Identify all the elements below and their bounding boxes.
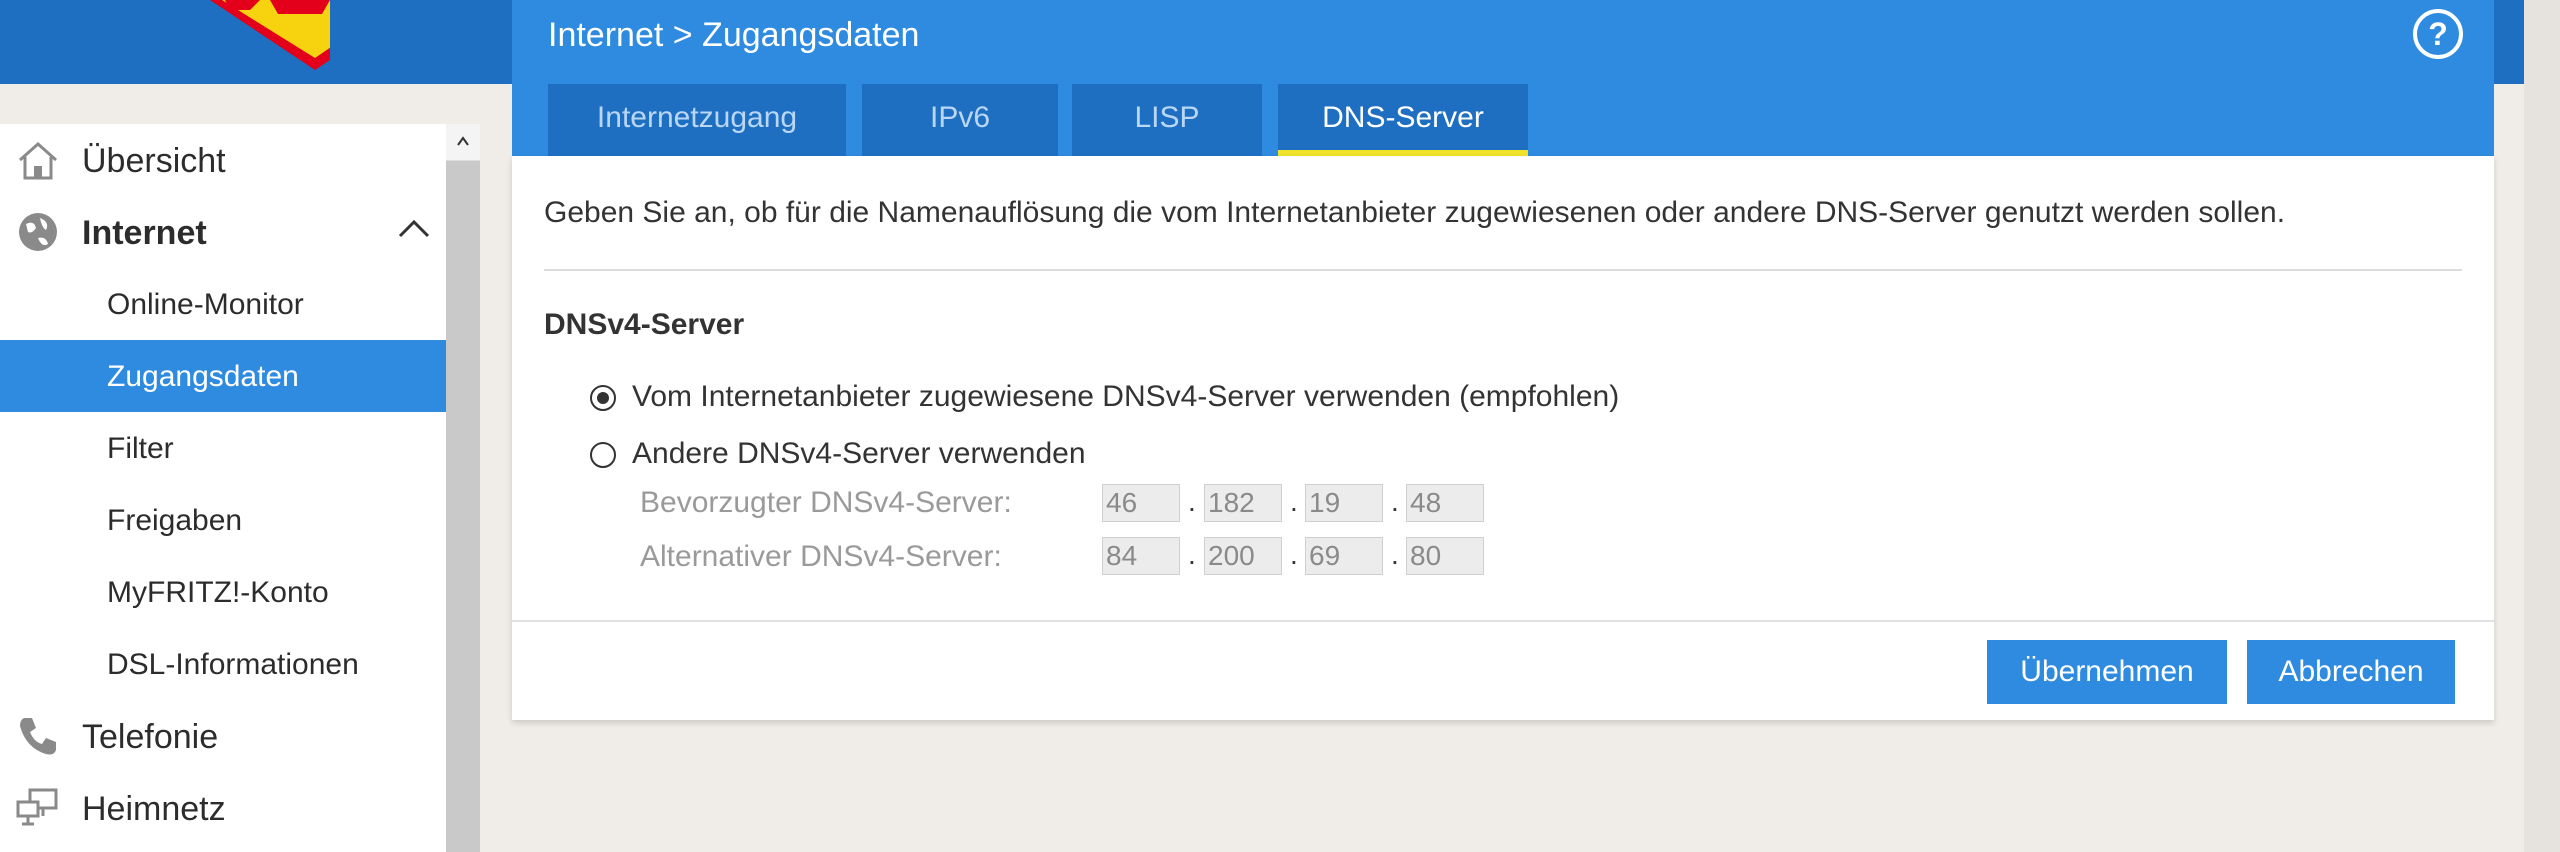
sidebar-item-label: Filter (107, 432, 174, 465)
footer-divider (512, 620, 2494, 622)
help-icon[interactable]: ? (2412, 8, 2464, 60)
caret-up-icon (457, 136, 469, 146)
page-scrollbar[interactable] (2524, 0, 2560, 852)
preferred-dns-octet-4[interactable]: 48 (1406, 484, 1484, 522)
ip-separator: . (1188, 486, 1196, 517)
sidebar-item-filter[interactable]: Filter (0, 412, 446, 484)
sidebar-item-myfritz-konto[interactable]: MyFRITZ!-Konto (0, 556, 446, 628)
preferred-dns-octet-3[interactable]: 19 (1305, 484, 1383, 522)
alternative-dns-octet-3[interactable]: 69 (1305, 537, 1383, 575)
alternative-dns-label: Alternativer DNSv4-Server: (640, 540, 1002, 573)
sidebar-item-label: Internet (82, 214, 207, 252)
ip-separator: . (1391, 539, 1399, 570)
ip-separator: . (1290, 486, 1298, 517)
sidebar-item-label: Zugangsdaten (107, 360, 299, 393)
tab-internetzugang[interactable]: Internetzugang (548, 84, 846, 156)
alternative-dns-octet-1[interactable]: 84 (1102, 537, 1180, 575)
sidebar: Übersicht Internet Online-Monitor Zugang… (0, 124, 446, 852)
globe-icon (19, 213, 57, 251)
chevron-up-icon[interactable] (398, 218, 430, 238)
radio-other-dns-label[interactable]: Andere DNSv4-Server verwenden (632, 437, 1086, 471)
sidebar-item-label: MyFRITZ!-Konto (107, 576, 329, 609)
panel-header: Internet > Zugangsdaten ? Internetzugang… (512, 0, 2494, 156)
apply-button[interactable]: Übernehmen (1987, 640, 2227, 704)
radio-other-dns[interactable] (590, 442, 616, 468)
fritz-logo[interactable] (100, 0, 330, 72)
preferred-dns-octet-1[interactable]: 46 (1102, 484, 1180, 522)
sidebar-item-zugangsdaten[interactable]: Zugangsdaten (0, 340, 446, 412)
sidebar-item-internet[interactable]: Internet (0, 196, 446, 268)
ip-separator: . (1290, 539, 1298, 570)
network-icon (16, 788, 58, 826)
sidebar-scrollbar[interactable] (446, 124, 480, 852)
svg-text:?: ? (2428, 16, 2448, 52)
dns-settings-panel: Geben Sie an, ob für die Namenauflösung … (512, 156, 2494, 720)
radio-provider-dns-label[interactable]: Vom Internetanbieter zugewiesene DNSv4-S… (632, 380, 1619, 414)
sidebar-item-dsl-informationen[interactable]: DSL-Informationen (0, 628, 446, 700)
home-icon (19, 141, 57, 180)
tab-ipv6[interactable]: IPv6 (862, 84, 1058, 156)
ip-separator: . (1391, 486, 1399, 517)
alternative-dns-octet-2[interactable]: 200 (1204, 537, 1282, 575)
sidebar-item-telefonie[interactable]: Telefonie (0, 700, 446, 772)
cancel-button[interactable]: Abbrechen (2247, 640, 2455, 704)
radio-provider-dns[interactable] (590, 385, 616, 411)
section-title: DNSv4-Server (544, 308, 745, 341)
intro-text: Geben Sie an, ob für die Namenauflösung … (544, 196, 2286, 229)
breadcrumb: Internet > Zugangsdaten (548, 16, 920, 54)
sidebar-item-uebersicht[interactable]: Übersicht (0, 124, 446, 196)
sidebar-item-label: Heimnetz (82, 790, 226, 828)
sidebar-item-freigaben[interactable]: Freigaben (0, 484, 446, 556)
sidebar-item-label: DSL-Informationen (107, 648, 359, 681)
sidebar-item-label: Freigaben (107, 504, 243, 537)
scroll-up-button[interactable] (446, 124, 480, 161)
sidebar-item-label: Übersicht (82, 142, 226, 180)
phone-icon (20, 718, 56, 755)
ip-separator: . (1188, 539, 1196, 570)
sidebar-item-label: Online-Monitor (107, 288, 304, 321)
tab-lisp[interactable]: LISP (1072, 84, 1262, 156)
sidebar-item-label: Telefonie (82, 718, 219, 756)
sidebar-item-online-monitor[interactable]: Online-Monitor (0, 268, 446, 340)
preferred-dns-octet-2[interactable]: 182 (1204, 484, 1282, 522)
preferred-dns-label: Bevorzugter DNSv4-Server: (640, 486, 1012, 519)
divider (544, 269, 2462, 271)
sidebar-item-heimnetz[interactable]: Heimnetz (0, 772, 446, 844)
tab-dns-server[interactable]: DNS-Server (1278, 84, 1528, 156)
alternative-dns-octet-4[interactable]: 80 (1406, 537, 1484, 575)
